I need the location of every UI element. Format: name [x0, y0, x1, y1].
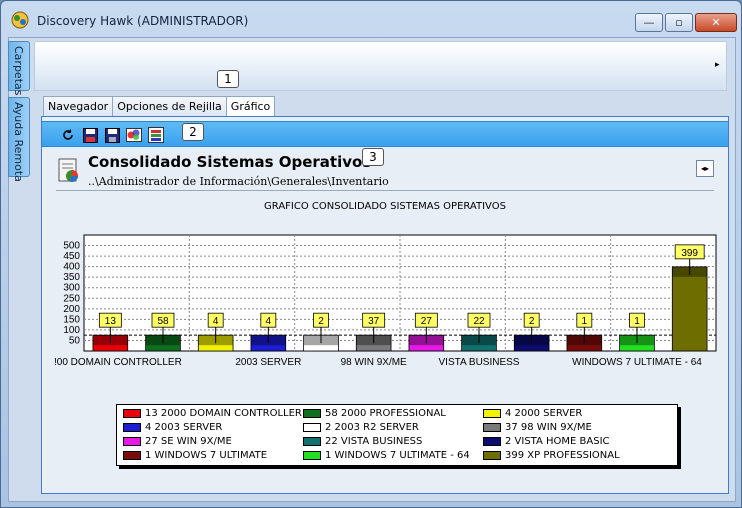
- color-icon[interactable]: [126, 127, 142, 143]
- legend-item: 2 2003 R2 SERVER: [303, 422, 419, 433]
- legend-swatch: [123, 423, 141, 432]
- legend-swatch: [483, 451, 501, 460]
- legend-swatch: [123, 409, 141, 418]
- minimize-button[interactable]: —: [635, 13, 663, 32]
- bar: [671, 266, 708, 352]
- breadcrumb: ..\Administrador de Información\Generale…: [88, 175, 389, 188]
- chart-legend: 13 2000 DOMAIN CONTROLLER 58 2000 PROFESS…: [116, 404, 678, 466]
- legend-item: 58 2000 PROFESSIONAL: [303, 408, 446, 419]
- sidebar-tab-label: Carpetas: [12, 46, 25, 96]
- legend-item: 1 WINDOWS 7 ULTIMATE - 64: [303, 450, 470, 461]
- legend-label: 4 2003 SERVER: [145, 422, 223, 433]
- y-tick-label: 100: [63, 325, 80, 336]
- y-tick-label: 450: [63, 251, 80, 262]
- chart-title: GRAFICO CONSOLIDADO SISTEMAS OPERATIVOS: [264, 201, 506, 212]
- y-tick-label: 500: [63, 241, 80, 252]
- callout-3: 3: [362, 148, 384, 166]
- x-tick-label: 98 WIN 9X/ME: [341, 357, 407, 368]
- legend-swatch: [303, 437, 321, 446]
- ribbon-expand-arrow-icon[interactable]: ▸: [715, 60, 720, 70]
- close-button[interactable]: ✕: [695, 13, 737, 32]
- sidebar-tab-carpetas[interactable]: Carpetas: [8, 41, 30, 95]
- export-icon[interactable]: [148, 127, 164, 143]
- y-tick-label: 250: [63, 293, 80, 304]
- data-label: 22: [473, 316, 485, 327]
- data-label: 58: [157, 316, 169, 327]
- callout-2: 2: [182, 123, 204, 141]
- data-label: 13: [105, 316, 117, 327]
- legend-item: 4 2003 SERVER: [123, 422, 222, 433]
- data-label: 1: [582, 316, 588, 327]
- legend-label: 13 2000 DOMAIN CONTROLLER: [145, 408, 302, 419]
- x-tick-label: 2003 SERVER: [235, 357, 301, 368]
- title-bar[interactable]: Discovery Hawk (ADMINISTRADOR) — ▫ ✕: [1, 1, 741, 37]
- y-tick-label: 200: [63, 304, 80, 315]
- sidebar-tab-ayuda-remota[interactable]: Ayuda Remota: [8, 97, 30, 182]
- y-tick-label: 150: [63, 314, 80, 325]
- app-window: Discovery Hawk (ADMINISTRADOR) — ▫ ✕ Car…: [0, 0, 742, 508]
- data-label: 27: [421, 316, 433, 327]
- legend-item: 399 XP PROFESSIONAL: [483, 450, 620, 461]
- data-label: 37: [368, 316, 380, 327]
- grafico-panel: 2 Consolidado Sistemas Operativos ..\Adm…: [41, 116, 729, 494]
- legend-label: 37 98 WIN 9X/ME: [505, 422, 592, 433]
- y-tick-label: 300: [63, 283, 80, 294]
- y-tick-label: 400: [63, 262, 80, 273]
- callout-1: 1: [217, 70, 239, 88]
- sidebar-tab-label: Ayuda Remota: [12, 102, 25, 182]
- data-label: 2: [529, 316, 535, 327]
- report-icon: [58, 158, 78, 182]
- x-tick-label: !00 DOMAIN CONTROLLER: [54, 357, 182, 368]
- refresh-icon[interactable]: [60, 127, 76, 143]
- y-tick-label: 350: [63, 272, 80, 283]
- header-divider: [56, 190, 714, 191]
- tab-opciones-de-rejilla[interactable]: Opciones de Rejilla: [112, 96, 227, 117]
- legend-swatch: [303, 409, 321, 418]
- data-label: 2: [318, 316, 324, 327]
- data-label: 399: [681, 248, 698, 259]
- legend-label: 58 2000 PROFESSIONAL: [325, 408, 446, 419]
- legend-item: 4 2000 SERVER: [483, 408, 582, 419]
- legend-swatch: [303, 423, 321, 432]
- legend-item: 13 2000 DOMAIN CONTROLLER: [123, 408, 302, 419]
- legend-item: 2 VISTA HOME BASIC: [483, 436, 610, 447]
- save-as-icon[interactable]: [104, 127, 120, 143]
- x-tick-label: WINDOWS 7 ULTIMATE - 64: [572, 357, 702, 368]
- window-title: Discovery Hawk (ADMINISTRADOR): [37, 14, 249, 28]
- legend-label: 399 XP PROFESSIONAL: [505, 450, 620, 461]
- tab-strip: Navegador Opciones de Rejilla Gráfico: [43, 96, 276, 118]
- legend-swatch: [483, 409, 501, 418]
- page-title: Consolidado Sistemas Operativos: [88, 153, 372, 171]
- legend-label: 1 WINDOWS 7 ULTIMATE - 64: [325, 450, 470, 461]
- legend-item: 37 98 WIN 9X/ME: [483, 422, 592, 433]
- save-icon[interactable]: [82, 127, 98, 143]
- legend-label: 4 2000 SERVER: [505, 408, 583, 419]
- legend-swatch: [123, 437, 141, 446]
- ribbon-bar: [34, 41, 727, 91]
- legend-swatch: [483, 437, 501, 446]
- legend-label: 1 WINDOWS 7 ULTIMATE: [145, 450, 268, 461]
- y-tick-label: 50: [69, 335, 81, 346]
- os-bar-chart: 50100150200250300350400450500 13 58 4 4 2 37 27…: [54, 234, 717, 368]
- legend-label: 2 2003 R2 SERVER: [325, 422, 419, 433]
- legend-item: 22 VISTA BUSINESS: [303, 436, 422, 447]
- tab-grafico[interactable]: Gráfico: [225, 96, 276, 118]
- legend-label: 2 VISTA HOME BASIC: [505, 436, 610, 447]
- tab-navegador[interactable]: Navegador: [43, 96, 114, 117]
- x-tick-label: VISTA BUSINESS: [439, 357, 520, 368]
- chart-toolbar: [42, 121, 728, 147]
- legend-swatch: [303, 451, 321, 460]
- data-label: 4: [266, 316, 272, 327]
- legend-item: 1 WINDOWS 7 ULTIMATE: [123, 450, 267, 461]
- maximize-button[interactable]: ▫: [665, 13, 693, 32]
- data-label: 4: [213, 316, 219, 327]
- legend-label: 27 SE WIN 9X/ME: [145, 436, 232, 447]
- legend-item: 27 SE WIN 9X/ME: [123, 436, 232, 447]
- legend-swatch: [483, 423, 501, 432]
- nav-arrows-icon[interactable]: ◂▸: [696, 160, 714, 177]
- data-label: 1: [634, 316, 640, 327]
- legend-swatch: [123, 451, 141, 460]
- discovery-hawk-logo-icon: [11, 11, 29, 29]
- legend-label: 22 VISTA BUSINESS: [325, 436, 423, 447]
